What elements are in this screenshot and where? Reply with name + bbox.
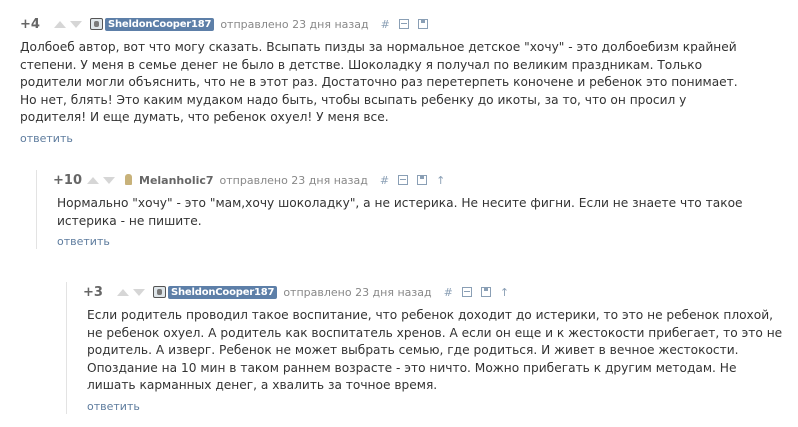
collapse-icon[interactable]: [398, 175, 409, 185]
upvote-icon[interactable]: [117, 288, 129, 296]
save-icon[interactable]: [417, 19, 428, 29]
save-icon[interactable]: [480, 287, 491, 297]
comment-line: не ребенок охуел. А родитель как воспита…: [87, 325, 783, 340]
comment-timestamp: отправлено 23 дня назад: [220, 17, 369, 31]
comment-line: родитель. А изверг. Ребенок не может выб…: [87, 343, 739, 358]
collapse-icon[interactable]: [461, 287, 472, 297]
comment: +4 SheldonCooper187 отправлено 23 дня на…: [0, 14, 790, 146]
downvote-icon[interactable]: [70, 20, 82, 28]
downvote-icon[interactable]: [103, 176, 115, 184]
comment-reply: +10 Melanholic7 отправлено 23 дня назад …: [36, 170, 790, 250]
collapse-icon[interactable]: [398, 19, 409, 29]
comment-line: Если родитель проводил такое воспитание,…: [87, 308, 774, 322]
permalink-icon[interactable]: #: [444, 287, 453, 298]
comment-body: Нормально "хочу" - это "мам,хочу шоколад…: [53, 195, 790, 230]
comment-header: +10 Melanholic7 отправлено 23 дня назад …: [53, 170, 790, 190]
comment-rating: +3: [83, 284, 103, 300]
comment-line: родителя! И еще думать, что ребенок охуе…: [20, 110, 389, 125]
comment-line: Долбоеб автор, вот что могу сказать. Всы…: [20, 40, 737, 54]
avatar: [90, 18, 103, 30]
comment-reply: +3 SheldonCooper187 отправлено 23 дня на…: [66, 282, 790, 414]
comment-header: +3 SheldonCooper187 отправлено 23 дня на…: [83, 282, 790, 302]
comment-line: Нормально "хочу" - это "мам,хочу шоколад…: [57, 196, 743, 210]
reply-link[interactable]: ответить: [53, 235, 110, 248]
comment-body: Если родитель проводил такое воспитание,…: [83, 307, 790, 395]
save-icon[interactable]: [417, 175, 428, 185]
comment-body: Долбоеб автор, вот что могу сказать. Всы…: [0, 39, 790, 127]
parent-arrow-icon[interactable]: ↑: [436, 175, 445, 186]
avatar: [153, 286, 166, 298]
reply-link[interactable]: ответить: [0, 132, 73, 145]
comment-line: родители могли объяснить, что не в этот …: [20, 75, 738, 90]
avatar: [123, 173, 135, 187]
upvote-icon[interactable]: [87, 176, 99, 184]
parent-arrow-icon[interactable]: ↑: [500, 287, 509, 298]
comment-timestamp: отправлено 23 дня назад: [283, 285, 432, 299]
comment-header: +4 SheldonCooper187 отправлено 23 дня на…: [0, 14, 790, 34]
reply-link[interactable]: ответить: [83, 400, 140, 413]
username-link[interactable]: SheldonCooper187: [105, 17, 215, 31]
comment-line: Но нет, блять! Это каким мудаком надо бы…: [20, 92, 687, 107]
comment-rating: +10: [53, 172, 82, 188]
username-link[interactable]: SheldonCooper187: [168, 285, 278, 299]
comment-line: истерика - не пишите.: [57, 213, 202, 228]
permalink-icon[interactable]: #: [380, 175, 389, 186]
username-link[interactable]: Melanholic7: [139, 174, 214, 187]
comment-line: степени. У меня в семье денег не было в …: [20, 57, 703, 72]
upvote-icon[interactable]: [54, 20, 66, 28]
downvote-icon[interactable]: [133, 288, 145, 296]
comment-rating: +4: [20, 16, 40, 32]
comment-timestamp: отправлено 23 дня назад: [219, 173, 368, 187]
permalink-icon[interactable]: #: [381, 19, 390, 30]
comment-line: Опоздание на 10 мин в таком раннем возра…: [87, 360, 737, 375]
comment-line: лишать карманных денег, а хвалить за точ…: [87, 378, 438, 393]
